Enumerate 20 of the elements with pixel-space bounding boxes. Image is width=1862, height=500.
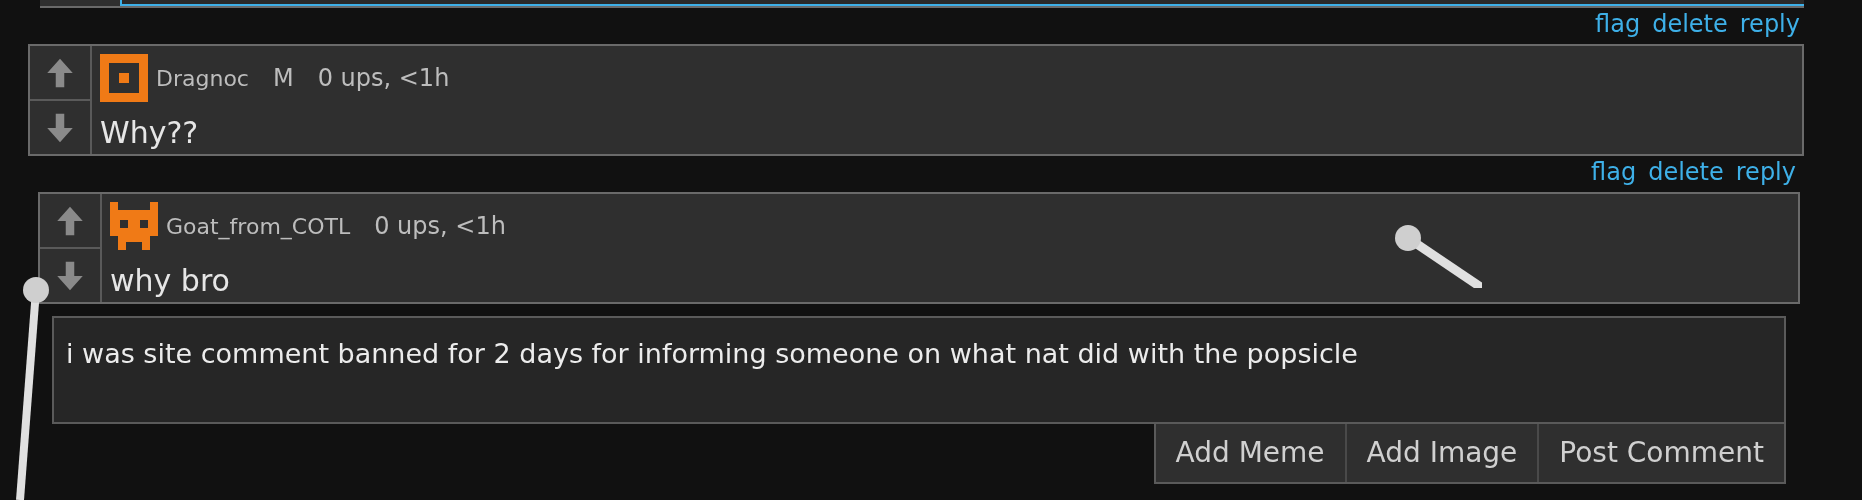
username[interactable]: Goat_from_COTL [166, 209, 351, 243]
user-rank-label: M [272, 63, 294, 94]
comment-input[interactable]: i was site comment banned for 2 days for informing someone on what nat did with the popsicle [52, 316, 1786, 424]
username[interactable]: Dragnoc [156, 61, 249, 95]
comment-action-link[interactable]: reply [1739, 12, 1800, 44]
comment-action-link[interactable]: reply [1735, 160, 1796, 192]
comment-action-link[interactable]: flag [1595, 12, 1641, 44]
comment-action-link[interactable]: flag [1591, 160, 1637, 192]
comment-action-button[interactable]: Post Comment [1537, 424, 1784, 482]
comment-meta: 0 ups, <1h [317, 63, 450, 94]
comment-action-link[interactable]: delete [1652, 12, 1728, 44]
comment-action-link[interactable]: delete [1648, 160, 1724, 192]
comment-action-button[interactable]: Add Image [1344, 424, 1538, 482]
creature-avatar-icon [110, 202, 158, 250]
comment-meta: 0 ups, <1h [374, 211, 506, 242]
reply-field[interactable] [120, 0, 1804, 6]
comment-text: Why?? [100, 114, 200, 152]
comment-text: why bro [110, 262, 231, 300]
comment-action-button[interactable]: Add Meme [1155, 424, 1345, 482]
square-avatar-icon [100, 54, 148, 102]
